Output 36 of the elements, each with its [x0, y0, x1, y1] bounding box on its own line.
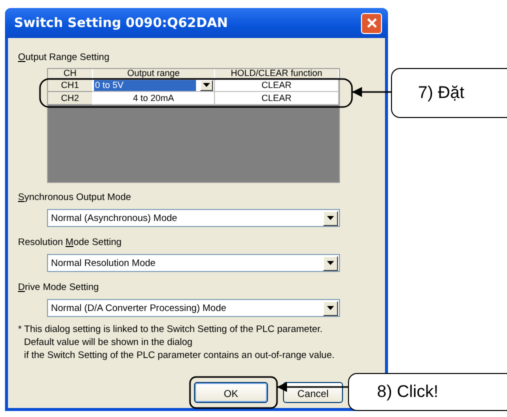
- output-range-combo[interactable]: 0 to 5V: [93, 79, 215, 92]
- close-button[interactable]: [361, 12, 382, 34]
- setting-dropdown[interactable]: Normal (Asynchronous) Mode: [47, 209, 340, 227]
- dropdown-button[interactable]: [200, 80, 213, 90]
- combo-value: 0 to 5V: [94, 80, 196, 90]
- note-text: if the Switch Setting of the PLC parameter contains an out-of-range value.: [23, 349, 335, 362]
- caret-icon: [327, 261, 334, 265]
- row-header: CH2: [48, 92, 93, 105]
- cancel-button[interactable]: Cancel: [283, 382, 343, 403]
- note-text: * This dialog setting is linked to the Switch Setting of the PLC parameter.: [18, 323, 324, 336]
- setting-label: Synchronous Output Mode: [18, 191, 132, 204]
- table-cell[interactable]: CLEAR: [215, 92, 339, 105]
- dropdown-button[interactable]: [323, 300, 338, 316]
- column-header: Output range: [93, 69, 215, 79]
- dropdown-button[interactable]: [323, 256, 338, 270]
- column-header: HOLD/CLEAR function: [215, 69, 339, 79]
- caret-icon: [203, 83, 210, 87]
- window-title: Switch Setting 0090:Q62DAN: [14, 16, 229, 30]
- column-header: CH: [48, 69, 93, 79]
- table-cell[interactable]: CLEAR: [215, 79, 339, 92]
- caret-icon: [327, 216, 334, 220]
- ok-button[interactable]: OK: [194, 382, 268, 403]
- arrow: [352, 87, 391, 97]
- dropdown-button[interactable]: [323, 210, 338, 226]
- caret-icon: [327, 306, 334, 310]
- row-header: CH1: [48, 79, 93, 92]
- setting-label: Resolution Mode Setting: [18, 236, 122, 249]
- table-cell[interactable]: 4 to 20mA: [93, 92, 215, 105]
- close-icon: [366, 17, 378, 29]
- setting-label: Drive Mode Setting: [18, 281, 99, 294]
- section-label: Output Range Setting: [18, 51, 110, 64]
- setting-dropdown[interactable]: Normal Resolution Mode: [47, 254, 340, 272]
- note-text: Default value will be shown in the dialog: [23, 336, 194, 349]
- setting-dropdown[interactable]: Normal (D/A Converter Processing) Mode: [47, 299, 340, 317]
- callout: 8) Click!: [348, 373, 507, 411]
- callout: 7) Đặt: [391, 68, 507, 118]
